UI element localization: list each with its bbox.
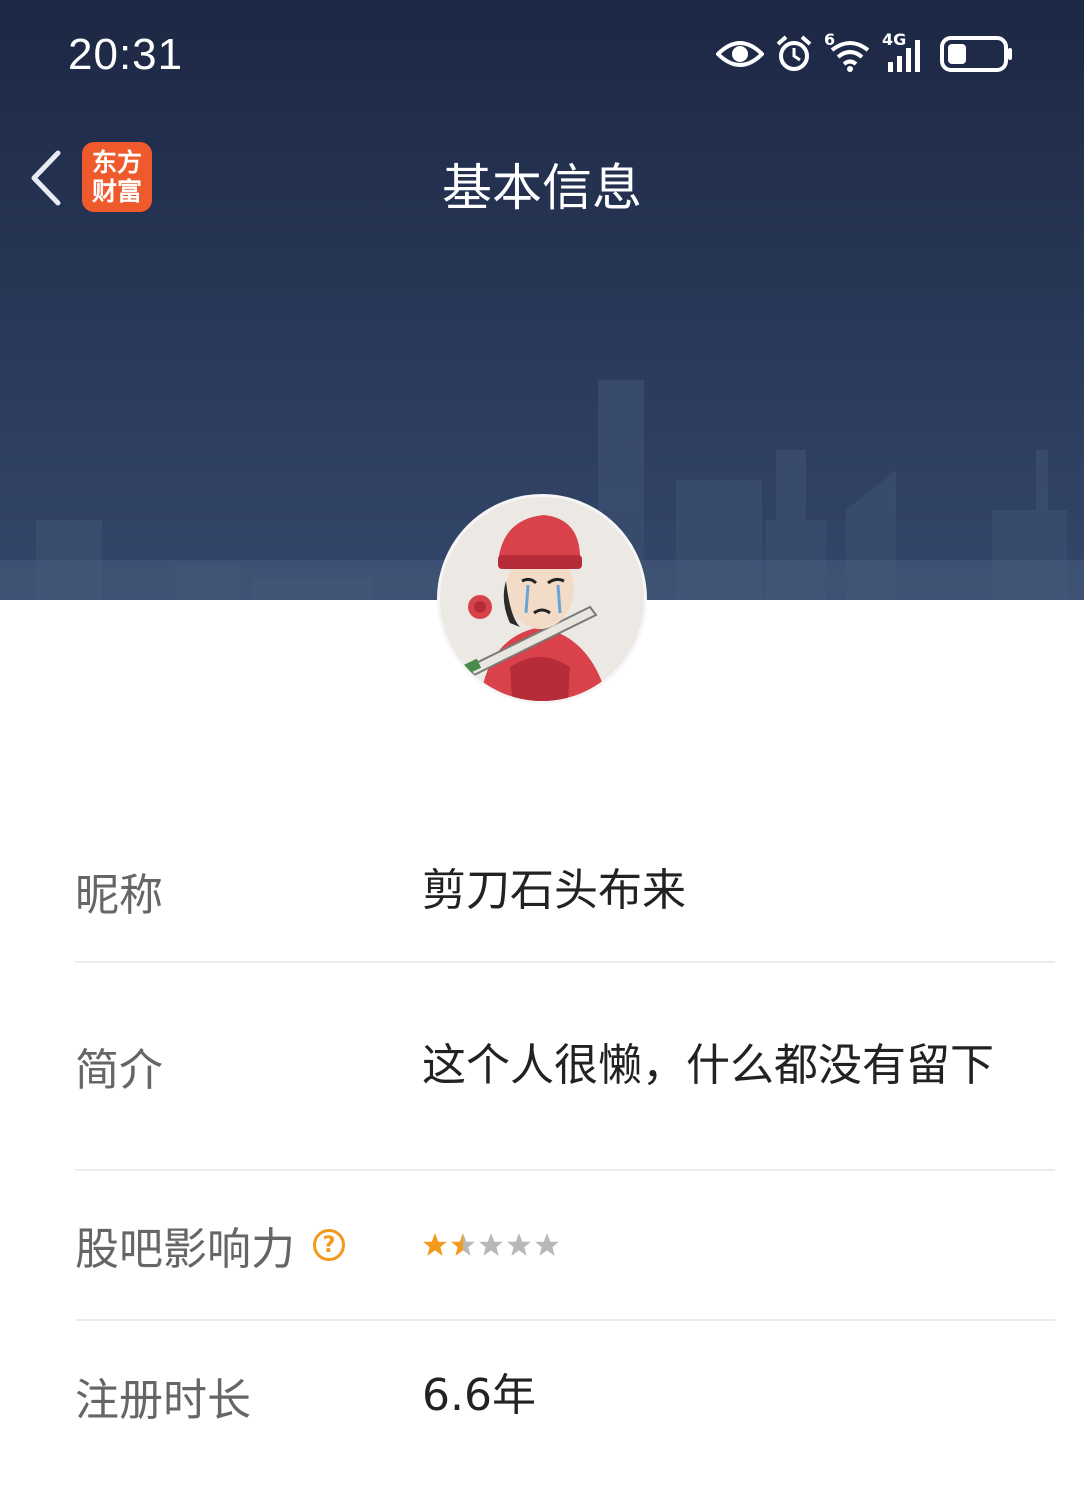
star-icon [479,1233,503,1256]
status-icons: 6 4G [716,30,1014,74]
cartoon-avatar-image [440,497,644,701]
nickname-value: 剪刀石头布来 [422,864,686,916]
wifi-icon: 6 [824,30,872,74]
star-icon [451,1233,475,1256]
registration-label: 注册时长 [75,1375,251,1426]
signal-4g-icon: 4G [882,30,930,74]
nickname-row: 昵称 剪刀石头布来 [75,820,1055,963]
star-icon [507,1233,531,1256]
influence-row: 股吧影响力 ? [75,1171,1055,1321]
registration-row: 注册时长 6.6年 [75,1321,1055,1471]
question-help-icon[interactable]: ? [313,1229,345,1261]
bio-row: 简介 这个人很懒，什么都没有留下 [75,963,1055,1171]
star-rating [422,1232,1015,1258]
influence-label: 股吧影响力 [75,1224,295,1275]
registration-value: 6.6年 [422,1370,536,1421]
nickname-label: 昵称 [75,869,163,921]
eye-icon [716,41,764,67]
avatar[interactable] [437,494,647,704]
battery-icon [940,36,1012,72]
profile-info-page: 20:31 6 4G 东方 财富 基本信息 昵称 剪刀石头布来 简介 这个人很懒… [0,0,1084,1501]
wifi-badge: 6 [824,30,836,49]
influence-rating [422,1232,1055,1258]
network-badge: 4G [882,30,907,49]
star-icon [535,1233,559,1256]
bio-label: 简介 [75,1045,163,1096]
info-list: 昵称 剪刀石头布来 简介 这个人很懒，什么都没有留下 股吧影响力 ? 注册时长 … [75,820,1055,1471]
star-icon [423,1233,447,1256]
influence-label-wrap: 股吧影响力 ? [75,1213,422,1277]
page-title: 基本信息 [442,159,642,217]
bio-value: 这个人很懒，什么都没有留下 [422,1040,994,1091]
status-time: 20:31 [68,30,184,79]
alarm-icon [776,35,812,71]
status-bar: 20:31 6 4G [0,0,1084,110]
